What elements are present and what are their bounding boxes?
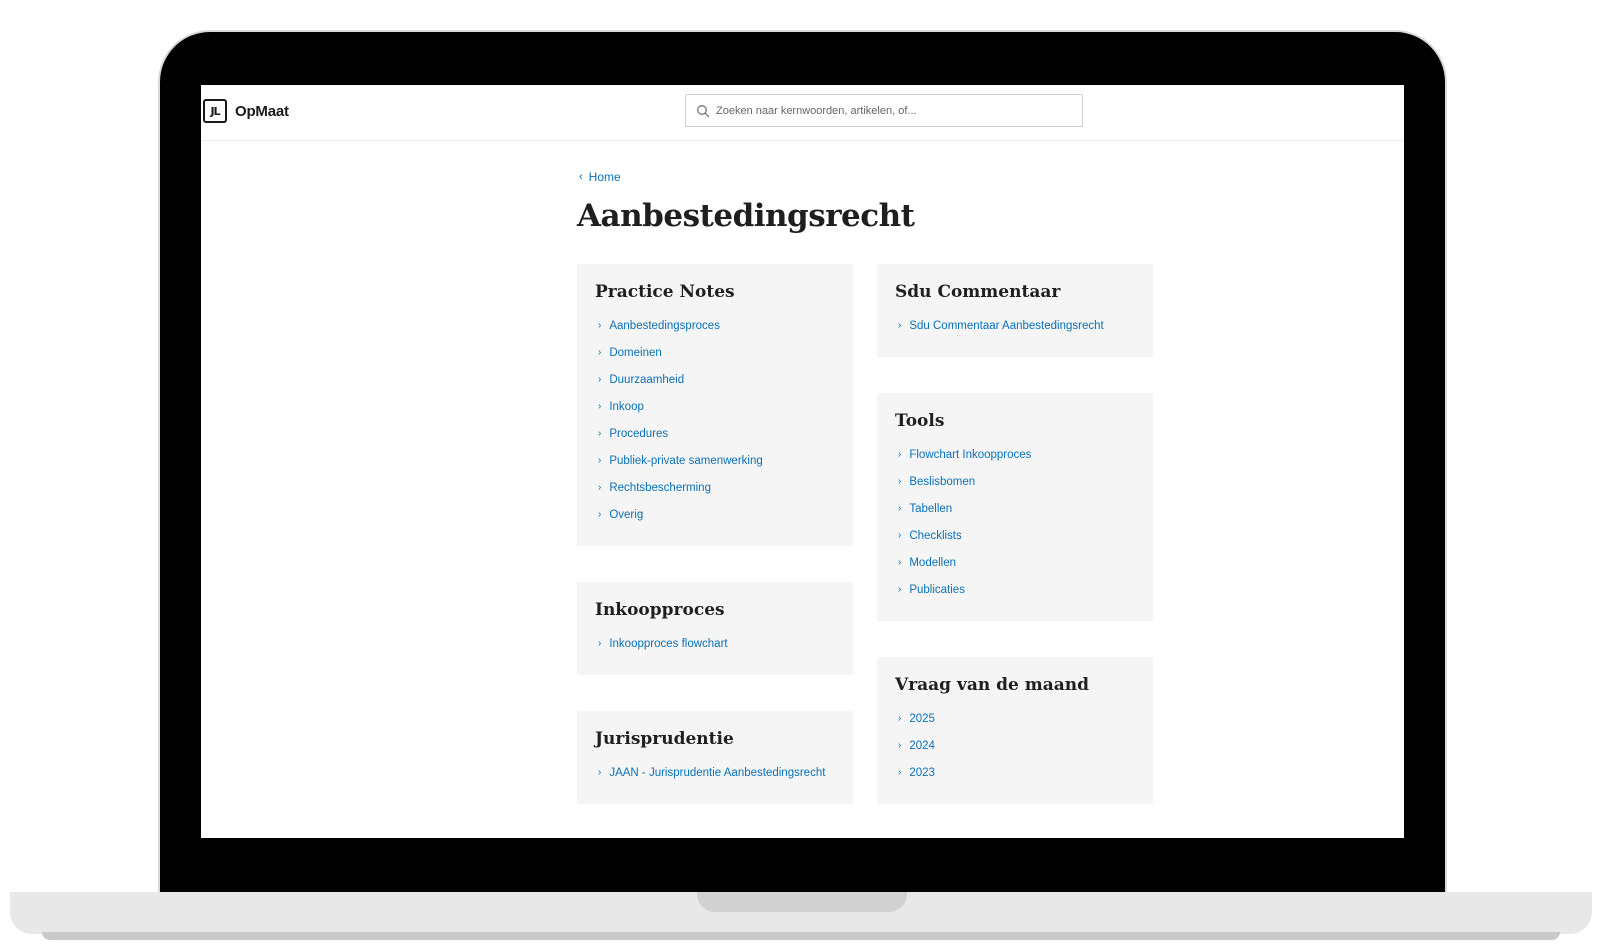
link-list: › Aanbestedingsproces › Domeinen › Duurzaam…	[595, 312, 835, 528]
chevron-right-icon: ›	[598, 374, 602, 385]
card-practice-notes: Practice Notes › Aanbestedingsproces › Dom…	[577, 264, 853, 546]
link[interactable]: Beslisbomen	[909, 476, 975, 488]
card-inkoopproces: Inkoopproces › Inkoopproces flowchart	[577, 582, 853, 675]
card-jurisprudentie: Jurisprudentie › JAAN - Jurisprudentie Aa…	[577, 711, 853, 804]
logo[interactable]: JL OpMaat	[203, 99, 289, 123]
link[interactable]: Domeinen	[609, 347, 661, 359]
breadcrumb[interactable]: ‹ Home	[579, 170, 1167, 184]
link[interactable]: Overig	[609, 509, 643, 521]
list-item[interactable]: › Aanbestedingsproces	[595, 312, 835, 339]
chevron-right-icon: ›	[898, 584, 902, 595]
card-tools: Tools › Flowchart Inkoopproces › Beslisbom…	[877, 393, 1153, 621]
chevron-right-icon: ›	[898, 767, 902, 778]
chevron-right-icon: ›	[598, 767, 602, 778]
chevron-right-icon: ›	[598, 482, 602, 493]
list-item[interactable]: › Checklists	[895, 522, 1135, 549]
list-item[interactable]: › Tabellen	[895, 495, 1135, 522]
link[interactable]: 2024	[909, 740, 935, 752]
page-title: Aanbestedingsrecht	[577, 198, 915, 234]
list-item[interactable]: › Inkoop	[595, 393, 835, 420]
chevron-right-icon: ›	[898, 503, 902, 514]
link[interactable]: 2023	[909, 767, 935, 779]
list-item[interactable]: › Publicaties	[895, 576, 1135, 603]
logo-mark-icon: JL	[203, 99, 227, 123]
link[interactable]: Inkoop	[609, 401, 644, 413]
search-input[interactable]	[716, 104, 1056, 117]
chevron-right-icon: ›	[598, 638, 602, 649]
list-item[interactable]: › Procedures	[595, 420, 835, 447]
link[interactable]: Tabellen	[909, 503, 952, 515]
link[interactable]: Flowchart Inkoopproces	[909, 449, 1031, 461]
list-item[interactable]: › Modellen	[895, 549, 1135, 576]
link[interactable]: Sdu Commentaar Aanbestedingsrecht	[909, 320, 1103, 332]
list-item[interactable]: › Publiek-private samenwerking	[595, 447, 835, 474]
card-title: Practice Notes	[595, 282, 735, 302]
logo-text: OpMaat	[235, 102, 289, 120]
laptop-notch	[697, 892, 907, 912]
card-title: Jurisprudentie	[595, 729, 734, 749]
list-item[interactable]: › Inkoopproces flowchart	[595, 630, 835, 657]
laptop-base-shadow	[42, 932, 1560, 940]
list-item[interactable]: › Flowchart Inkoopproces	[895, 441, 1135, 468]
screen: JL OpMaat ‹ Home Aanbestedingsrecht Prac…	[201, 85, 1404, 838]
search-icon	[697, 104, 710, 117]
link[interactable]: Rechtsbescherming	[609, 482, 711, 494]
search-box[interactable]	[685, 94, 1083, 127]
list-item[interactable]: › Beslisbomen	[895, 468, 1135, 495]
link[interactable]: Duurzaamheid	[609, 374, 684, 386]
card-title: Sdu Commentaar	[895, 282, 1061, 302]
card-title: Vraag van de maand	[895, 675, 1090, 695]
chevron-right-icon: ›	[598, 509, 602, 520]
link[interactable]: Aanbestedingsproces	[609, 320, 720, 332]
list-item[interactable]: › 2025	[895, 705, 1135, 732]
chevron-right-icon: ›	[598, 428, 602, 439]
chevron-right-icon: ›	[898, 713, 902, 724]
link[interactable]: JAAN - Jurisprudentie Aanbestedingsrecht	[609, 767, 825, 779]
chevron-right-icon: ›	[898, 530, 902, 541]
chevron-right-icon: ›	[898, 476, 902, 487]
list-item[interactable]: › Rechtsbescherming	[595, 474, 835, 501]
chevron-right-icon: ›	[598, 455, 602, 466]
link-list: › JAAN - Jurisprudentie Aanbestedingsrech…	[595, 759, 835, 786]
list-item[interactable]: › Duurzaamheid	[595, 366, 835, 393]
link[interactable]: Checklists	[909, 530, 961, 542]
list-item[interactable]: › 2024	[895, 732, 1135, 759]
list-item[interactable]: › 2023	[895, 759, 1135, 786]
chevron-right-icon: ›	[598, 401, 602, 412]
link-list: › Sdu Commentaar Aanbestedingsrecht	[895, 312, 1135, 339]
link[interactable]: Modellen	[909, 557, 956, 569]
card-title: Inkoopproces	[595, 600, 725, 620]
list-item[interactable]: › Overig	[595, 501, 835, 528]
chevron-left-icon: ‹	[579, 171, 583, 183]
chevron-right-icon: ›	[898, 449, 902, 460]
main-content: ‹ Home Aanbestedingsrecht	[577, 170, 1167, 234]
card-vraag-van-de-maand: Vraag van de maand › 2025 › 2024 › 2023	[877, 657, 1153, 804]
link[interactable]: Procedures	[609, 428, 668, 440]
chevron-right-icon: ›	[898, 320, 902, 331]
chevron-right-icon: ›	[598, 347, 602, 358]
card-sdu-commentaar: Sdu Commentaar › Sdu Commentaar Aanbested…	[877, 264, 1153, 357]
card-title: Tools	[895, 411, 945, 431]
link-list: › 2025 › 2024 › 2023	[895, 705, 1135, 786]
link[interactable]: 2025	[909, 713, 935, 725]
list-item[interactable]: › Sdu Commentaar Aanbestedingsrecht	[895, 312, 1135, 339]
link[interactable]: Publiek-private samenwerking	[609, 455, 762, 467]
link-list: › Flowchart Inkoopproces › Beslisbomen › Ta…	[895, 441, 1135, 603]
link-list: › Inkoopproces flowchart	[595, 630, 835, 657]
chevron-right-icon: ›	[898, 740, 902, 751]
list-item[interactable]: › JAAN - Jurisprudentie Aanbestedingsrech…	[595, 759, 835, 786]
link[interactable]: Inkoopproces flowchart	[609, 638, 727, 650]
list-item[interactable]: › Domeinen	[595, 339, 835, 366]
link[interactable]: Publicaties	[909, 584, 965, 596]
app-header: JL OpMaat	[201, 85, 1404, 141]
breadcrumb-home-link[interactable]: Home	[589, 170, 621, 184]
chevron-right-icon: ›	[898, 557, 902, 568]
chevron-right-icon: ›	[598, 320, 602, 331]
